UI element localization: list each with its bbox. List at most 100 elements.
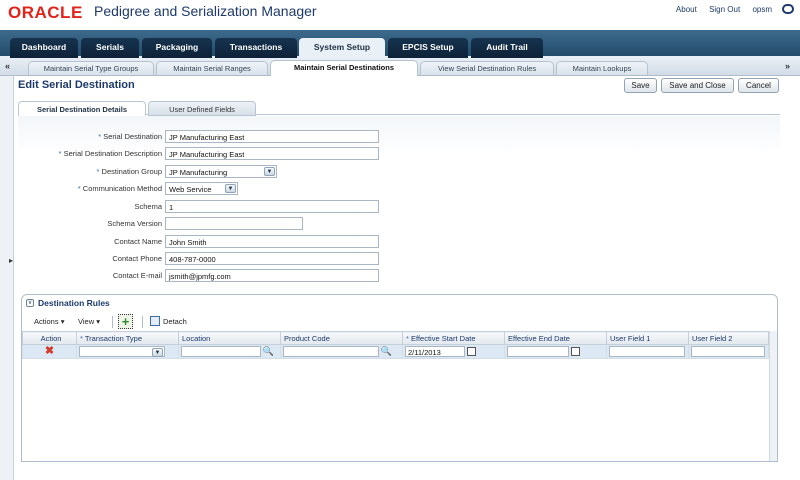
action-cell: ✖	[22, 344, 77, 359]
calendar-icon[interactable]	[467, 347, 476, 356]
schema-version-input[interactable]	[165, 217, 303, 230]
detach-icon[interactable]	[150, 316, 160, 326]
col-transaction-type[interactable]: * Transaction Type	[76, 331, 179, 345]
subtab-maintain-lookups[interactable]: Maintain Lookups	[556, 61, 648, 75]
save-button[interactable]: Save	[624, 78, 657, 93]
rules-table: Action * Transaction Type Location Produ…	[22, 331, 769, 359]
col-user-field-1[interactable]: User Field 1	[606, 331, 689, 345]
transaction-type-cell: ▼	[76, 344, 179, 359]
search-icon[interactable]: 🔍	[263, 346, 274, 357]
end-date-input[interactable]	[507, 346, 580, 357]
chevron-down-icon[interactable]: ▼	[264, 167, 275, 176]
col-action: Action	[22, 331, 77, 345]
tab-system-setup[interactable]: System Setup	[299, 38, 385, 58]
toolbar-divider	[142, 316, 143, 328]
col-product-code[interactable]: Product Code	[280, 331, 403, 345]
product-code-input[interactable]: 🔍	[283, 346, 392, 357]
transaction-type-select[interactable]: ▼	[79, 346, 165, 357]
start-date-input[interactable]: 2/11/2013	[405, 346, 476, 357]
subtab-view-destination-rules[interactable]: View Serial Destination Rules	[420, 61, 554, 75]
row-communication-method: * Communication Method Web Service ▼	[18, 182, 418, 196]
contact-phone-label: Contact Phone	[112, 254, 162, 263]
global-links: About Sign Out opsm	[666, 5, 772, 14]
subtab-serial-ranges[interactable]: Maintain Serial Ranges	[156, 61, 268, 75]
row-contact-name: Contact Name John Smith	[18, 235, 418, 249]
contact-email-label: Contact E-mail	[112, 271, 162, 280]
schema-input[interactable]: 1	[165, 200, 379, 213]
communication-method-select[interactable]: Web Service ▼	[165, 182, 238, 195]
about-link[interactable]: About	[676, 5, 697, 14]
cancel-button[interactable]: Cancel	[738, 78, 779, 93]
app-header: ORACLE Pedigree and Serialization Manage…	[0, 0, 800, 30]
row-serial-destination: * Serial Destination JP Manufacturing Ea…	[18, 130, 418, 144]
end-date-cell	[504, 344, 607, 359]
tab-serial-destination-details[interactable]: Serial Destination Details	[18, 101, 146, 116]
left-gutter	[0, 76, 13, 480]
actions-menu[interactable]: Actions ▾	[34, 317, 64, 326]
tab-dashboard[interactable]: Dashboard	[10, 38, 78, 58]
row-schema-version: Schema Version	[18, 217, 418, 231]
collapse-icon[interactable]: v	[26, 299, 34, 307]
subtab-serial-type-groups[interactable]: Maintain Serial Type Groups	[28, 61, 154, 75]
main-tab-bar: Dashboard Serials Packaging Transactions…	[0, 30, 800, 58]
col-effective-end-date[interactable]: Effective End Date	[504, 331, 607, 345]
tab-transactions[interactable]: Transactions	[215, 38, 297, 58]
serial-destination-input[interactable]: JP Manufacturing East	[165, 130, 379, 143]
start-date-cell: 2/11/2013	[402, 344, 505, 359]
table-empty-area	[22, 361, 777, 461]
tab-serials[interactable]: Serials	[81, 38, 139, 58]
communication-method-label: * Communication Method	[77, 184, 162, 193]
oracle-logo: ORACLE	[8, 3, 83, 22]
tab-packaging[interactable]: Packaging	[142, 38, 212, 58]
schema-version-label: Schema Version	[107, 219, 162, 228]
col-effective-start-date[interactable]: * Effective Start Date	[402, 331, 505, 345]
description-label: * Serial Destination Description	[58, 149, 162, 158]
scroll-left-icon[interactable]: «	[5, 61, 10, 71]
vertical-scrollbar[interactable]	[769, 331, 777, 461]
delete-icon[interactable]: ✖	[25, 346, 74, 357]
location-cell: 🔍	[178, 344, 281, 359]
details-form: * Serial Destination JP Manufacturing Ea…	[18, 116, 780, 292]
app-title: Pedigree and Serialization Manager	[94, 3, 317, 19]
user-field-1-input[interactable]	[609, 346, 685, 357]
product-code-cell: 🔍	[280, 344, 403, 359]
col-location[interactable]: Location	[178, 331, 281, 345]
row-description: * Serial Destination Description JP Manu…	[18, 147, 418, 161]
page-title: Edit Serial Destination	[18, 79, 135, 91]
contact-phone-input[interactable]: 408-787-0000	[165, 252, 379, 265]
user-field-2-input[interactable]	[691, 346, 765, 357]
location-input[interactable]: 🔍	[181, 346, 274, 357]
user-field-2-cell	[688, 344, 769, 359]
sub-tab-bar: « Maintain Serial Type Groups Maintain S…	[0, 58, 800, 76]
rules-header: v Destination Rules	[22, 295, 777, 311]
tab-user-defined-fields[interactable]: User Defined Fields	[148, 101, 256, 116]
scroll-right-icon[interactable]: »	[785, 61, 790, 71]
subtab-serial-destinations[interactable]: Maintain Serial Destinations	[270, 60, 418, 76]
user-field-1-cell	[606, 344, 689, 359]
contact-name-input[interactable]: John Smith	[165, 235, 379, 248]
toolbar-divider	[112, 316, 113, 328]
col-user-field-2[interactable]: User Field 2	[688, 331, 769, 345]
add-row-icon[interactable]: +	[118, 314, 133, 329]
save-and-close-button[interactable]: Save and Close	[661, 78, 734, 93]
table-row: ✖ ▼ 🔍 🔍 2/11/2013	[22, 344, 769, 359]
calendar-icon[interactable]	[571, 347, 580, 356]
contact-name-label: Contact Name	[114, 237, 162, 246]
search-icon[interactable]: 🔍	[381, 346, 392, 357]
view-menu[interactable]: View ▾	[78, 317, 100, 326]
oracle-o-icon	[782, 4, 794, 14]
destination-rules-section: v Destination Rules Actions ▾ View ▾ + D…	[21, 294, 778, 462]
destination-group-select[interactable]: JP Manufacturing ▼	[165, 165, 277, 178]
detach-button[interactable]: Detach	[163, 317, 187, 326]
chevron-down-icon[interactable]: ▼	[152, 348, 163, 357]
serial-destination-label: * Serial Destination	[98, 132, 162, 141]
sign-out-link[interactable]: Sign Out	[709, 5, 740, 14]
schema-label: Schema	[134, 202, 162, 211]
tab-epcis-setup[interactable]: EPCIS Setup	[388, 38, 468, 58]
description-input[interactable]: JP Manufacturing East	[165, 147, 379, 160]
chevron-down-icon[interactable]: ▼	[225, 184, 236, 193]
row-schema: Schema 1	[18, 200, 418, 214]
contact-email-input[interactable]: jsmith@jpmfg.com	[165, 269, 379, 282]
row-contact-phone: Contact Phone 408-787-0000	[18, 252, 418, 266]
tab-audit-trail[interactable]: Audit Trail	[471, 38, 543, 58]
